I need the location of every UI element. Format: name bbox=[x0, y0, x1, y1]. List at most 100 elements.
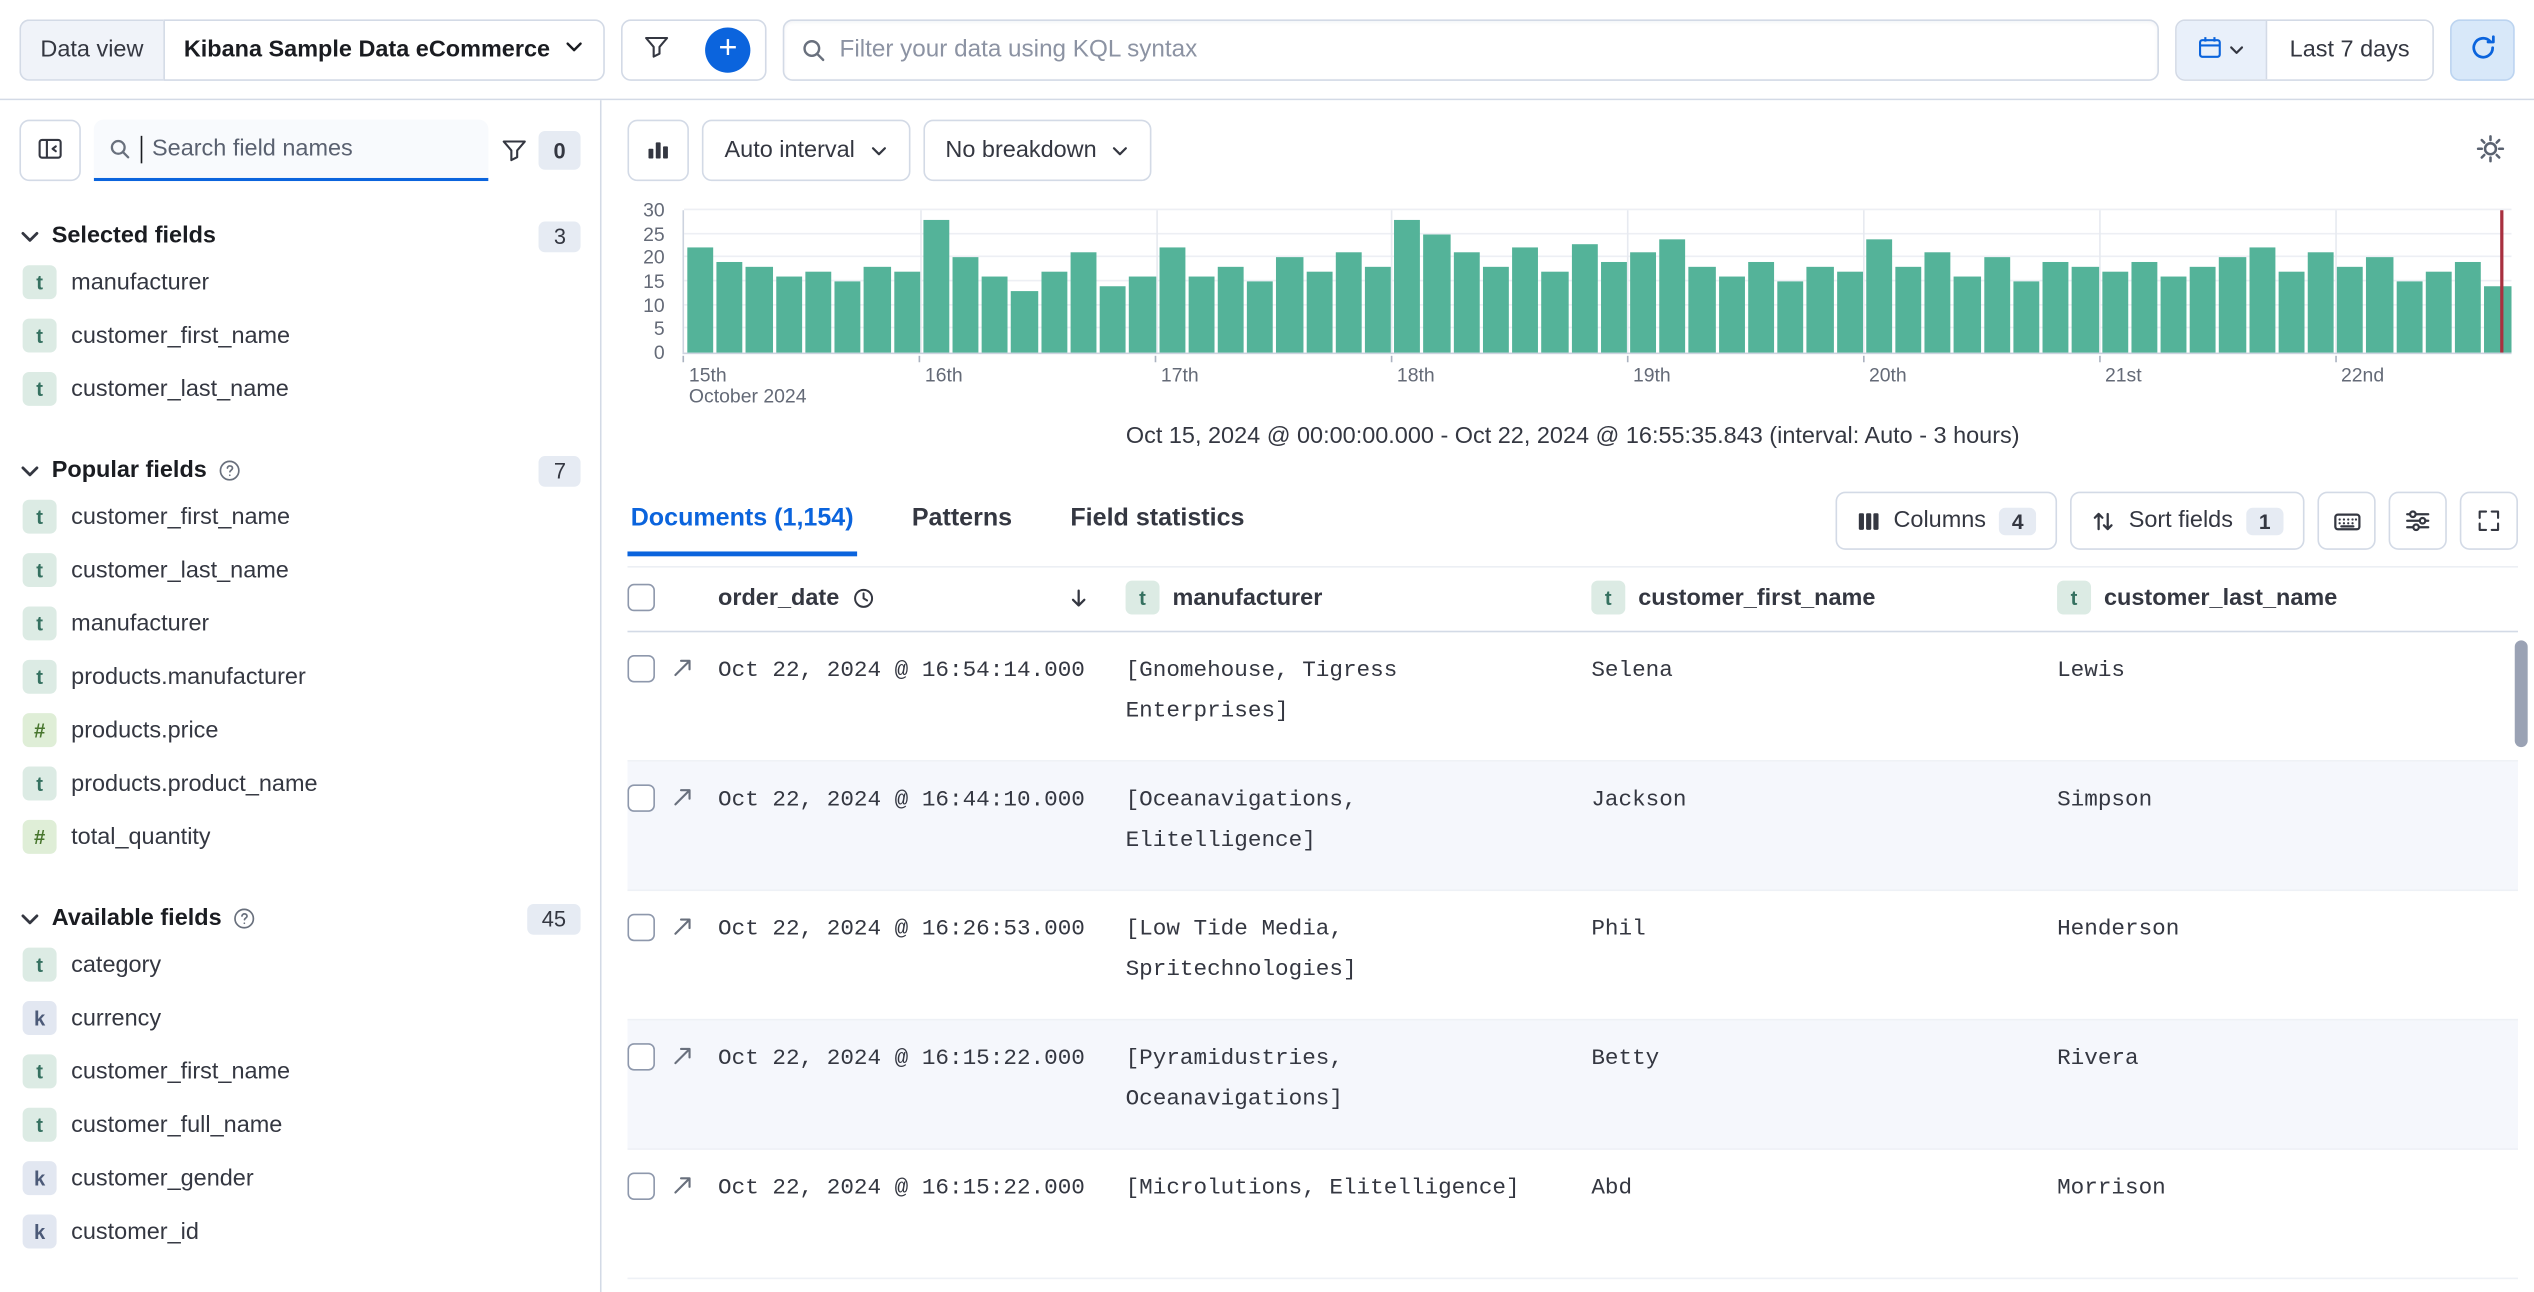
histogram-bar[interactable] bbox=[1747, 262, 1775, 353]
histogram-bar[interactable] bbox=[2248, 248, 2276, 353]
histogram-bar[interactable] bbox=[923, 219, 950, 353]
histogram-bar[interactable] bbox=[1806, 267, 1834, 353]
histogram-bar[interactable] bbox=[716, 262, 744, 353]
histogram-bar[interactable] bbox=[2337, 267, 2364, 353]
histogram-bar[interactable] bbox=[1571, 243, 1598, 353]
field-item-customer_last_name[interactable]: t customer_last_name bbox=[19, 543, 580, 596]
refresh-query-button[interactable] bbox=[2450, 18, 2515, 81]
histogram-bar[interactable] bbox=[2189, 267, 2217, 353]
histogram-bar[interactable] bbox=[1541, 271, 1568, 353]
histogram-bar[interactable] bbox=[2101, 271, 2128, 353]
edit-visualization-button[interactable] bbox=[627, 119, 689, 182]
histogram-bar[interactable] bbox=[805, 271, 832, 353]
section-header-available-fields[interactable]: Available fields 45 bbox=[19, 899, 581, 938]
row-checkbox[interactable] bbox=[627, 784, 655, 812]
field-item-customer_first_name[interactable]: t customer_first_name bbox=[19, 490, 580, 543]
section-header-selected-fields[interactable]: Selected fields 3 bbox=[19, 217, 581, 256]
histogram-bar[interactable] bbox=[1600, 262, 1627, 353]
histogram-bar[interactable] bbox=[1777, 281, 1804, 353]
histogram-bar[interactable] bbox=[775, 276, 802, 353]
tab-documents-1-154[interactable]: Documents (1,154) bbox=[627, 498, 857, 557]
histogram-bar[interactable] bbox=[1718, 276, 1745, 353]
field-item-manufacturer[interactable]: t manufacturer bbox=[19, 256, 580, 309]
field-item-manufacturer[interactable]: t manufacturer bbox=[19, 597, 580, 650]
histogram-bar[interactable] bbox=[1954, 276, 1981, 353]
row-checkbox[interactable] bbox=[627, 1043, 655, 1071]
add-filter-button[interactable]: + bbox=[691, 20, 765, 78]
histogram-bar[interactable] bbox=[1364, 267, 1392, 353]
vertical-scrollbar[interactable] bbox=[2514, 640, 2528, 748]
column-header-order_date[interactable]: order_date bbox=[718, 568, 1126, 631]
columns-button[interactable]: Columns 4 bbox=[1835, 491, 2058, 550]
histogram-bar[interactable] bbox=[1188, 276, 1215, 353]
histogram-bar[interactable] bbox=[2160, 276, 2187, 353]
chart-options-button[interactable] bbox=[2463, 123, 2518, 178]
histogram-bar[interactable] bbox=[2013, 281, 2040, 353]
column-header-customer_last_name[interactable]: t customer_last_name bbox=[2057, 568, 2518, 631]
column-header-manufacturer[interactable]: t manufacturer bbox=[1125, 568, 1592, 631]
fullscreen-button[interactable] bbox=[2459, 491, 2518, 550]
interval-select[interactable]: Auto interval bbox=[701, 119, 910, 182]
field-item-total_quantity[interactable]: # total_quantity bbox=[19, 810, 580, 863]
histogram-bar[interactable] bbox=[2366, 257, 2393, 353]
histogram-bar[interactable] bbox=[2396, 281, 2423, 353]
field-item-products.price[interactable]: # products.price bbox=[19, 703, 580, 756]
histogram-bar[interactable] bbox=[1924, 252, 1952, 353]
field-search-input[interactable] bbox=[152, 135, 474, 162]
date-picker-menu-button[interactable] bbox=[2176, 20, 2268, 79]
histogram-bar[interactable] bbox=[1836, 271, 1863, 353]
histogram-bar[interactable] bbox=[981, 276, 1009, 353]
histogram-bar[interactable] bbox=[746, 267, 773, 353]
histogram-bar[interactable] bbox=[1453, 252, 1480, 353]
field-item-customer_id[interactable]: k customer_id bbox=[19, 1205, 580, 1258]
histogram-bar[interactable] bbox=[1895, 267, 1922, 353]
histogram-bar[interactable] bbox=[893, 271, 920, 353]
field-item-customer_last_name[interactable]: t customer_last_name bbox=[19, 362, 580, 415]
histogram-bar[interactable] bbox=[1689, 267, 1716, 353]
field-item-customer_first_name[interactable]: t customer_first_name bbox=[19, 1045, 580, 1098]
field-item-customer_full_name[interactable]: t customer_full_name bbox=[19, 1098, 580, 1151]
section-header-popular-fields[interactable]: Popular fields 7 bbox=[19, 451, 581, 490]
saved-filters-button[interactable] bbox=[623, 20, 691, 78]
histogram-bar[interactable] bbox=[1482, 267, 1510, 353]
histogram-bar[interactable] bbox=[1865, 238, 1893, 353]
expand-document-icon[interactable] bbox=[671, 657, 694, 680]
field-item-customer_first_name[interactable]: t customer_first_name bbox=[19, 309, 580, 362]
filter-funnel-icon[interactable] bbox=[501, 137, 527, 163]
histogram-bar[interactable] bbox=[2219, 257, 2246, 353]
field-item-products.product_name[interactable]: t products.product_name bbox=[19, 757, 580, 810]
histogram-bar[interactable] bbox=[2455, 262, 2482, 353]
histogram-bar[interactable] bbox=[1394, 219, 1421, 353]
expand-document-icon[interactable] bbox=[671, 1174, 694, 1197]
sort-fields-button[interactable]: Sort fields 1 bbox=[2070, 491, 2305, 550]
time-range-button[interactable]: Last 7 days bbox=[2267, 20, 2433, 79]
help-icon[interactable] bbox=[218, 459, 241, 482]
histogram-bar[interactable] bbox=[2278, 271, 2305, 353]
histogram-bar[interactable] bbox=[834, 281, 861, 353]
field-item-currency[interactable]: k currency bbox=[19, 991, 580, 1044]
collapse-sidebar-button[interactable] bbox=[19, 119, 81, 182]
row-checkbox[interactable] bbox=[627, 1172, 655, 1200]
histogram-bar[interactable] bbox=[1512, 248, 1539, 353]
histogram-bar[interactable] bbox=[1217, 267, 1244, 353]
field-item-products.manufacturer[interactable]: t products.manufacturer bbox=[19, 650, 580, 703]
help-icon[interactable] bbox=[233, 907, 256, 930]
kql-search-input[interactable] bbox=[839, 35, 2141, 64]
histogram-bar[interactable] bbox=[1983, 257, 2010, 353]
histogram-bar[interactable] bbox=[2072, 267, 2099, 353]
histogram-bar[interactable] bbox=[2042, 262, 2069, 353]
histogram-bar[interactable] bbox=[1129, 276, 1156, 353]
histogram-bar[interactable] bbox=[1630, 252, 1657, 353]
field-item-category[interactable]: t category bbox=[19, 938, 580, 991]
sort-descending-icon[interactable] bbox=[1067, 586, 1090, 609]
histogram-bar[interactable] bbox=[1423, 233, 1451, 353]
row-checkbox[interactable] bbox=[627, 913, 655, 942]
keyboard-shortcuts-button[interactable] bbox=[2317, 491, 2376, 550]
histogram-bar[interactable] bbox=[864, 267, 891, 353]
display-options-button[interactable] bbox=[2388, 491, 2447, 550]
data-view-select[interactable]: Kibana Sample Data eCommerce bbox=[162, 18, 606, 81]
column-header-customer_first_name[interactable]: t customer_first_name bbox=[1591, 568, 2057, 631]
histogram-bar[interactable] bbox=[1040, 271, 1068, 353]
histogram-bar[interactable] bbox=[952, 257, 979, 353]
expand-document-icon[interactable] bbox=[671, 786, 694, 809]
